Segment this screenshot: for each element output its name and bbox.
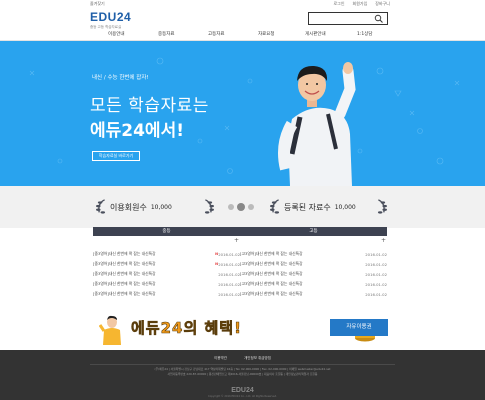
post-date: 2016.01.02 (365, 251, 387, 257)
members-stat: 이용회원수 10,000 (92, 198, 172, 216)
nav-item-middle[interactable]: 중등자료 (158, 31, 175, 37)
hero-cta-button[interactable]: 학습자료실 바로가기 (92, 151, 140, 161)
slide-dot-active[interactable] (237, 203, 245, 211)
list-item[interactable]: [고3영어]내신 한번에 꽉 잡는 내신특강 2016.01.02 (240, 259, 387, 269)
post-title[interactable]: [고3영어]내신 한번에 꽉 잡는 내신특강 (240, 281, 365, 287)
list-item[interactable]: [중3영어]내신 한번에 꽉 잡는 내신특강 2016.01.02 (93, 279, 240, 289)
laurel-right-icon (204, 199, 214, 214)
list-item[interactable]: [중3영어]내신 한번에 꽉 잡는 내신특강 2016.01.02 (93, 289, 240, 299)
post-title[interactable]: [중3영어]내신 한번에 꽉 잡는 내신특강 (93, 251, 214, 257)
board-middle: 중등 + [중3영어]내신 한번에 꽉 잡는 내신특강 N 2016.01.02… (93, 227, 240, 315)
list-item[interactable]: [중3영어]내신 한번에 꽉 잡는 내신특강 N 2016.01.02 (93, 259, 240, 269)
post-title[interactable]: [중3영어]내신 한번에 꽉 잡는 내신특강 (93, 281, 218, 287)
board-high: 고등 + [고3영어]내신 한번에 꽉 잡는 내신특강 2016.01.02 [… (240, 227, 387, 315)
slide-dot[interactable] (248, 204, 254, 210)
more-icon[interactable]: + (234, 238, 239, 244)
promo-text: 에듀24의 혜택! (131, 319, 242, 338)
hero-headline: 모든 학습자료는 (90, 96, 209, 116)
hero-pattern (29, 57, 460, 174)
nav-item-consult[interactable]: 1:1상담 (357, 31, 373, 37)
board-list: [중3영어]내신 한번에 꽉 잡는 내신특강 N 2016.01.02 [중3영… (93, 249, 240, 299)
post-date: 2016.01.02 (365, 291, 387, 297)
slide-dot[interactable] (228, 204, 234, 210)
docs-stat: 등록된 자료수 10,000 (266, 198, 356, 216)
laurel-left-icon (96, 199, 106, 214)
post-title[interactable]: [중3영어]내신 한번에 꽉 잡는 내신특강 (93, 271, 218, 277)
post-title[interactable]: [고3영어]내신 한번에 꽉 잡는 내신특강 (240, 251, 365, 257)
hero-tagline: 내신 / 수능 한번에 잡자! (92, 75, 149, 81)
free-pass-button[interactable]: 자유이용권 (330, 319, 388, 336)
search-box (308, 12, 388, 33)
student-illustration (278, 62, 356, 186)
post-date: 2016.01.02 (218, 251, 240, 257)
post-date: 2016.01.02 (365, 261, 387, 267)
terms-link[interactable]: 이용약관 (214, 356, 227, 360)
members-value: 10,000 (150, 203, 172, 211)
post-title[interactable]: [고3영어]내신 한번에 꽉 잡는 내신특강 (240, 261, 365, 267)
footer-logo: EDU24 (231, 387, 254, 394)
post-date: 2016.01.02 (365, 271, 387, 277)
footer-divider (90, 364, 395, 365)
signup-link[interactable]: 회원가입 (353, 1, 368, 7)
footer: 이용약관 개인정보 취급방침 (주)에듀24 | 서울특별시 강남구 강남대로 … (0, 350, 485, 400)
post-date: 2016.01.02 (218, 271, 240, 277)
list-item[interactable]: [고3영어]내신 한번에 꽉 잡는 내신특강 2016.01.02 (240, 249, 387, 259)
more-icon[interactable]: + (381, 238, 386, 244)
list-item[interactable]: [중3영어]내신 한번에 꽉 잡는 내신특강 2016.01.02 (93, 269, 240, 279)
post-title[interactable]: [중3영어]내신 한번에 꽉 잡는 내신특강 (93, 291, 218, 297)
cart-link[interactable]: 장바구니 (375, 1, 390, 7)
docs-value: 10,000 (334, 203, 356, 211)
student-icon (99, 315, 121, 345)
post-date: 2016.01.02 (218, 261, 240, 267)
copyright-text: Copyright © 2016 EDU24 Co., Ltd. All Rig… (208, 395, 277, 398)
post-title[interactable]: [고3영어]내신 한번에 꽉 잡는 내신특강 (240, 271, 365, 277)
company-info-line: 사업자등록번호 220-87-00000 | 통신판매업신고 제2016-서울강… (167, 372, 318, 376)
members-label: 이용회원수 (110, 202, 147, 212)
privacy-link[interactable]: 개인정보 취급방침 (244, 356, 271, 360)
footer-links: 이용약관 개인정보 취급방침 (0, 356, 485, 361)
hero-subheadline: 에듀24에서! (90, 121, 184, 141)
login-link[interactable]: 로그인 (333, 1, 344, 7)
nav-item-guide[interactable]: 이용안내 (108, 31, 125, 37)
list-item[interactable]: [중3영어]내신 한번에 꽉 잡는 내신특강 N 2016.01.02 (93, 249, 240, 259)
board-title[interactable]: 중등 (93, 227, 240, 236)
list-item[interactable]: [고3영어]내신 한번에 꽉 잡는 내신특강 2016.01.02 (240, 279, 387, 289)
post-date: 2016.01.02 (218, 291, 240, 297)
nav-item-request[interactable]: 자료요청 (258, 31, 275, 37)
company-info: (주)에듀24 | 서울특별시 강남구 강남대로 417 역삼타워빌딩 16층 … (90, 367, 395, 377)
stats-strip: 이용회원수 10,000 등록된 자료수 10,000 (0, 186, 485, 228)
util-links: 로그인 회원가입 장바구니 (333, 1, 390, 7)
list-item[interactable]: [고3영어]내신 한번에 꽉 잡는 내신특강 2016.01.02 (240, 269, 387, 279)
laurel-left-icon (270, 199, 280, 214)
bookmark-link[interactable]: 즐겨찾기 (90, 1, 105, 7)
utility-bar: 즐겨찾기 로그인 회원가입 장바구니 (0, 0, 485, 8)
post-date: 2016.01.02 (218, 281, 240, 287)
nav-item-board[interactable]: 게시판안내 (305, 31, 326, 37)
hero-banner: 내신 / 수능 한번에 잡자! 모든 학습자료는 에듀24에서! 학습자료실 바… (0, 41, 485, 186)
laurel-right-icon (377, 199, 387, 214)
list-item[interactable]: [고3영어]내신 한번에 꽉 잡는 내신특강 2016.01.02 (240, 289, 387, 299)
board-title[interactable]: 고등 (240, 227, 387, 236)
main-nav: 이용안내 중등자료 고등자료 자료요청 게시판안내 1:1상담 (0, 28, 485, 41)
post-title[interactable]: [고3영어]내신 한번에 꽉 잡는 내신특강 (240, 291, 365, 297)
board-list: [고3영어]내신 한번에 꽉 잡는 내신특강 2016.01.02 [고3영어]… (240, 249, 387, 299)
logo-text: EDU24 (90, 10, 132, 24)
post-date: 2016.01.02 (365, 281, 387, 287)
post-title[interactable]: [중3영어]내신 한번에 꽉 잡는 내신특강 (93, 261, 214, 267)
docs-label: 등록된 자료수 (284, 202, 331, 212)
nav-item-high[interactable]: 고등자료 (208, 31, 225, 37)
search-icon[interactable] (374, 14, 384, 24)
